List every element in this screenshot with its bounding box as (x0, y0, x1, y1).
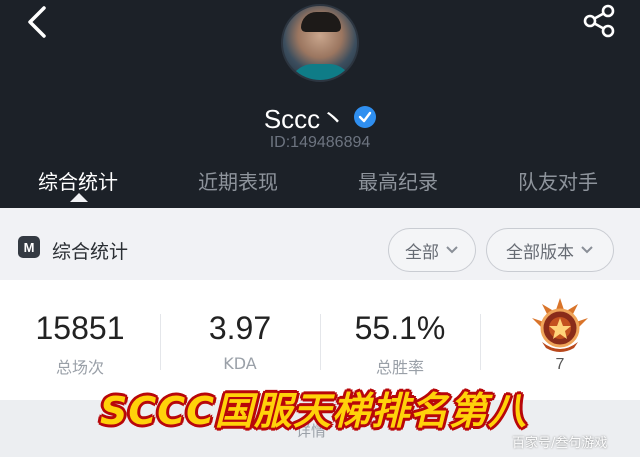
filter-all-label: 全部 (405, 242, 439, 263)
tab-bar: 综合统计 近期表现 最高纪录 队友对手 (0, 160, 640, 200)
divider (480, 314, 481, 370)
tab-teammates-opponents[interactable]: 队友对手 (518, 166, 598, 195)
stat-value: 3.97 (208, 310, 272, 346)
stat-kda: 3.97 KDA (160, 280, 320, 380)
m-logo-icon: M (18, 236, 40, 258)
back-arrow-icon (28, 6, 46, 38)
tab-recent-performance[interactable]: 近期表现 (198, 166, 278, 195)
headline-overlay: SCCC国服天梯排名第八 (100, 389, 528, 433)
filter-all-dropdown[interactable]: 全部 (388, 228, 476, 272)
stat-win-rate: 55.1% 总胜率 (320, 280, 480, 380)
chevron-down-icon (581, 246, 593, 254)
stat-label: 总场次 (55, 358, 104, 377)
filter-version-label: 全部版本 (506, 242, 574, 263)
avatar[interactable] (281, 4, 359, 82)
back-button[interactable] (22, 4, 52, 40)
share-icon (583, 4, 615, 38)
tab-best-records[interactable]: 最高纪录 (358, 166, 438, 195)
chevron-down-icon (446, 246, 458, 254)
rank-number: 7 (555, 356, 565, 373)
section-title: 综合统计 (52, 241, 129, 263)
player-name-row: Sccc丶 (0, 100, 640, 134)
player-id: ID:149486894 (269, 134, 371, 151)
stat-label: 总胜率 (375, 358, 424, 377)
source-watermark: 百家号/叁句游戏 (512, 436, 608, 451)
rank-medal-icon[interactable] (528, 296, 592, 356)
verified-badge-icon (354, 106, 377, 128)
tab-overall-stats[interactable]: 综合统计 (38, 166, 118, 195)
stat-total-matches: 15851 总场次 (0, 280, 160, 380)
player-name: Sccc丶 (263, 103, 347, 134)
stat-value: 55.1% (354, 310, 446, 346)
section-bar: M 综合统计 全部 全部版本 (0, 208, 640, 280)
stat-label: KDA (223, 354, 257, 373)
avatar-hair (301, 12, 341, 32)
stat-value: 15851 (35, 310, 125, 346)
avatar-shirt (289, 64, 353, 80)
filter-version-dropdown[interactable]: 全部版本 (486, 228, 614, 272)
active-tab-indicator (70, 193, 88, 202)
share-button[interactable] (580, 2, 618, 40)
